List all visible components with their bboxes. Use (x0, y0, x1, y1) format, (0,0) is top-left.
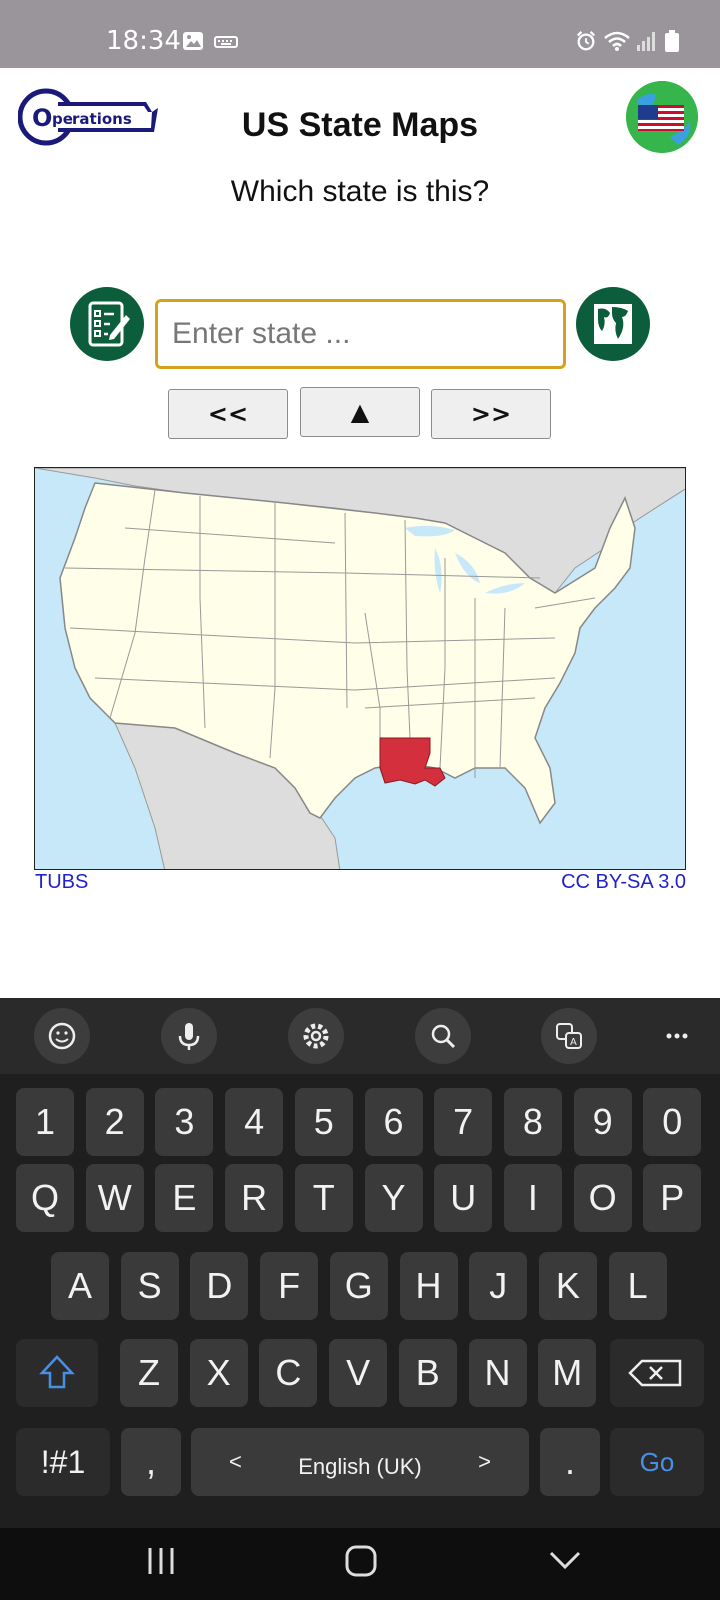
space-right-arrow: > (478, 1449, 491, 1474)
emoji-icon (48, 1022, 76, 1050)
world-map-button[interactable] (576, 287, 650, 361)
system-nav-bar (0, 1528, 720, 1600)
state-input[interactable] (155, 299, 566, 369)
key-1[interactable]: 1 (16, 1088, 74, 1156)
key-b[interactable]: B (398, 1339, 457, 1407)
key-f[interactable]: F (260, 1252, 319, 1320)
key-s[interactable]: S (120, 1252, 179, 1320)
reveal-button[interactable]: ▲ (300, 387, 420, 437)
search-icon (431, 1024, 456, 1049)
key-t[interactable]: T (294, 1164, 353, 1232)
question-text: Which state is this? (230, 175, 490, 208)
signal-icon (637, 32, 655, 51)
key-y[interactable]: Y (364, 1164, 423, 1232)
key-j[interactable]: J (469, 1252, 528, 1320)
period-key[interactable]: . (540, 1428, 600, 1496)
key-l[interactable]: L (608, 1252, 667, 1320)
key-r[interactable]: R (225, 1164, 284, 1232)
alarm-icon (576, 31, 596, 51)
settings-button[interactable] (288, 1008, 344, 1064)
key-u[interactable]: U (434, 1164, 493, 1232)
key-6[interactable]: 6 (364, 1088, 423, 1156)
key-p[interactable]: P (643, 1164, 702, 1232)
map-credit-author[interactable]: TUBS (35, 871, 88, 894)
backspace-icon (628, 1359, 682, 1387)
comma-key[interactable]: , (121, 1428, 181, 1496)
us-map (34, 467, 686, 870)
svg-text:A: A (570, 1037, 577, 1048)
keyboard-toolbar: A (0, 998, 720, 1074)
key-n[interactable]: N (468, 1339, 527, 1407)
image-icon (183, 32, 203, 50)
world-map-icon (594, 304, 632, 344)
battery-icon (665, 30, 679, 52)
shift-icon (39, 1355, 75, 1389)
shift-key[interactable] (16, 1339, 98, 1407)
key-m[interactable]: M (538, 1339, 597, 1407)
us-map-image (35, 468, 685, 869)
microphone-button[interactable] (161, 1008, 217, 1064)
key-g[interactable]: G (329, 1252, 388, 1320)
emoji-button[interactable] (34, 1008, 90, 1064)
key-o[interactable]: O (573, 1164, 632, 1232)
key-3[interactable]: 3 (155, 1088, 214, 1156)
key-c[interactable]: C (259, 1339, 318, 1407)
keyboard-icon (214, 36, 238, 48)
backspace-key[interactable] (610, 1339, 704, 1407)
more-button[interactable] (660, 1016, 700, 1056)
symbols-key[interactable]: !#1 (16, 1428, 110, 1496)
key-i[interactable]: I (503, 1164, 562, 1232)
go-key[interactable]: Go (610, 1428, 704, 1496)
key-e[interactable]: E (155, 1164, 214, 1232)
us-flag-globe-icon (626, 81, 698, 153)
search-button[interactable] (415, 1008, 471, 1064)
status-bar: 18:34 (0, 0, 720, 68)
microphone-icon (178, 1023, 200, 1050)
key-7[interactable]: 7 (434, 1088, 493, 1156)
key-9[interactable]: 9 (573, 1088, 632, 1156)
us-flag-globe-button[interactable] (626, 81, 698, 153)
space-left-arrow: < (229, 1449, 242, 1474)
home-icon[interactable] (344, 1544, 378, 1578)
key-4[interactable]: 4 (225, 1088, 284, 1156)
checklist-button[interactable] (70, 287, 144, 361)
key-x[interactable]: X (189, 1339, 248, 1407)
checklist-icon (88, 301, 130, 347)
key-d[interactable]: D (190, 1252, 249, 1320)
status-time: 18:34 (106, 26, 181, 56)
key-8[interactable]: 8 (503, 1088, 562, 1156)
hide-keyboard-icon[interactable] (548, 1548, 582, 1572)
translate-button[interactable]: A (541, 1008, 597, 1064)
key-v[interactable]: V (329, 1339, 388, 1407)
more-icon (666, 1033, 688, 1039)
key-2[interactable]: 2 (85, 1088, 144, 1156)
key-a[interactable]: A (51, 1252, 109, 1320)
key-z[interactable]: Z (120, 1339, 178, 1407)
key-q[interactable]: Q (16, 1164, 74, 1232)
page-title: US State Maps (241, 106, 479, 144)
translate-icon: A (556, 1023, 582, 1049)
settings-icon (303, 1023, 329, 1049)
key-5[interactable]: 5 (294, 1088, 353, 1156)
key-k[interactable]: K (538, 1252, 597, 1320)
space-language-label: English (UK) (298, 1454, 422, 1479)
space-key[interactable]: < English (UK) > (191, 1428, 529, 1496)
previous-button[interactable]: << (168, 389, 288, 439)
next-button[interactable]: >> (431, 389, 551, 439)
key-h[interactable]: H (399, 1252, 458, 1320)
wifi-icon (604, 31, 630, 51)
key-0[interactable]: 0 (643, 1088, 702, 1156)
key-w[interactable]: W (85, 1164, 144, 1232)
map-credit-license[interactable]: CC BY-SA 3.0 (561, 871, 686, 894)
recent-apps-icon[interactable] (145, 1544, 177, 1578)
